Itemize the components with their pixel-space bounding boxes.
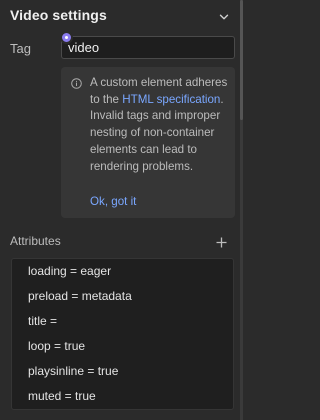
attribute-item[interactable]: preload = metadata	[28, 289, 132, 303]
dismiss-link[interactable]: Ok, got it	[90, 195, 136, 208]
chevron-down-icon[interactable]	[219, 9, 229, 20]
html-spec-link[interactable]: HTML specification	[122, 93, 220, 106]
video-settings-panel: Video settings Tag A custom element adhe…	[0, 0, 243, 420]
attribute-item[interactable]: title =	[28, 314, 57, 328]
attribute-item[interactable]: loop = true	[28, 339, 85, 353]
tag-input[interactable]	[61, 36, 235, 59]
attribute-item[interactable]: playsinline = true	[28, 364, 118, 378]
panel-title: Video settings	[10, 7, 107, 23]
attribute-item[interactable]: loading = eager	[28, 264, 111, 278]
info-callout: A custom element adheres to the HTML spe…	[61, 67, 235, 218]
info-message: A custom element adheres to the HTML spe…	[90, 75, 230, 175]
plus-icon[interactable]	[216, 235, 227, 248]
attributes-list: loading = eager preload = metadata title…	[11, 258, 234, 410]
info-icon	[71, 76, 82, 89]
scrollbar-thumb[interactable]	[240, 0, 243, 120]
attribute-item[interactable]: muted = true	[28, 389, 96, 403]
tag-label: Tag	[10, 41, 31, 56]
panel-header[interactable]: Video settings	[0, 0, 239, 30]
cursor-indicator	[60, 31, 73, 44]
scrollbar-track[interactable]	[240, 0, 243, 420]
tag-row: Tag	[0, 36, 243, 60]
attributes-label: Attributes	[10, 234, 61, 248]
